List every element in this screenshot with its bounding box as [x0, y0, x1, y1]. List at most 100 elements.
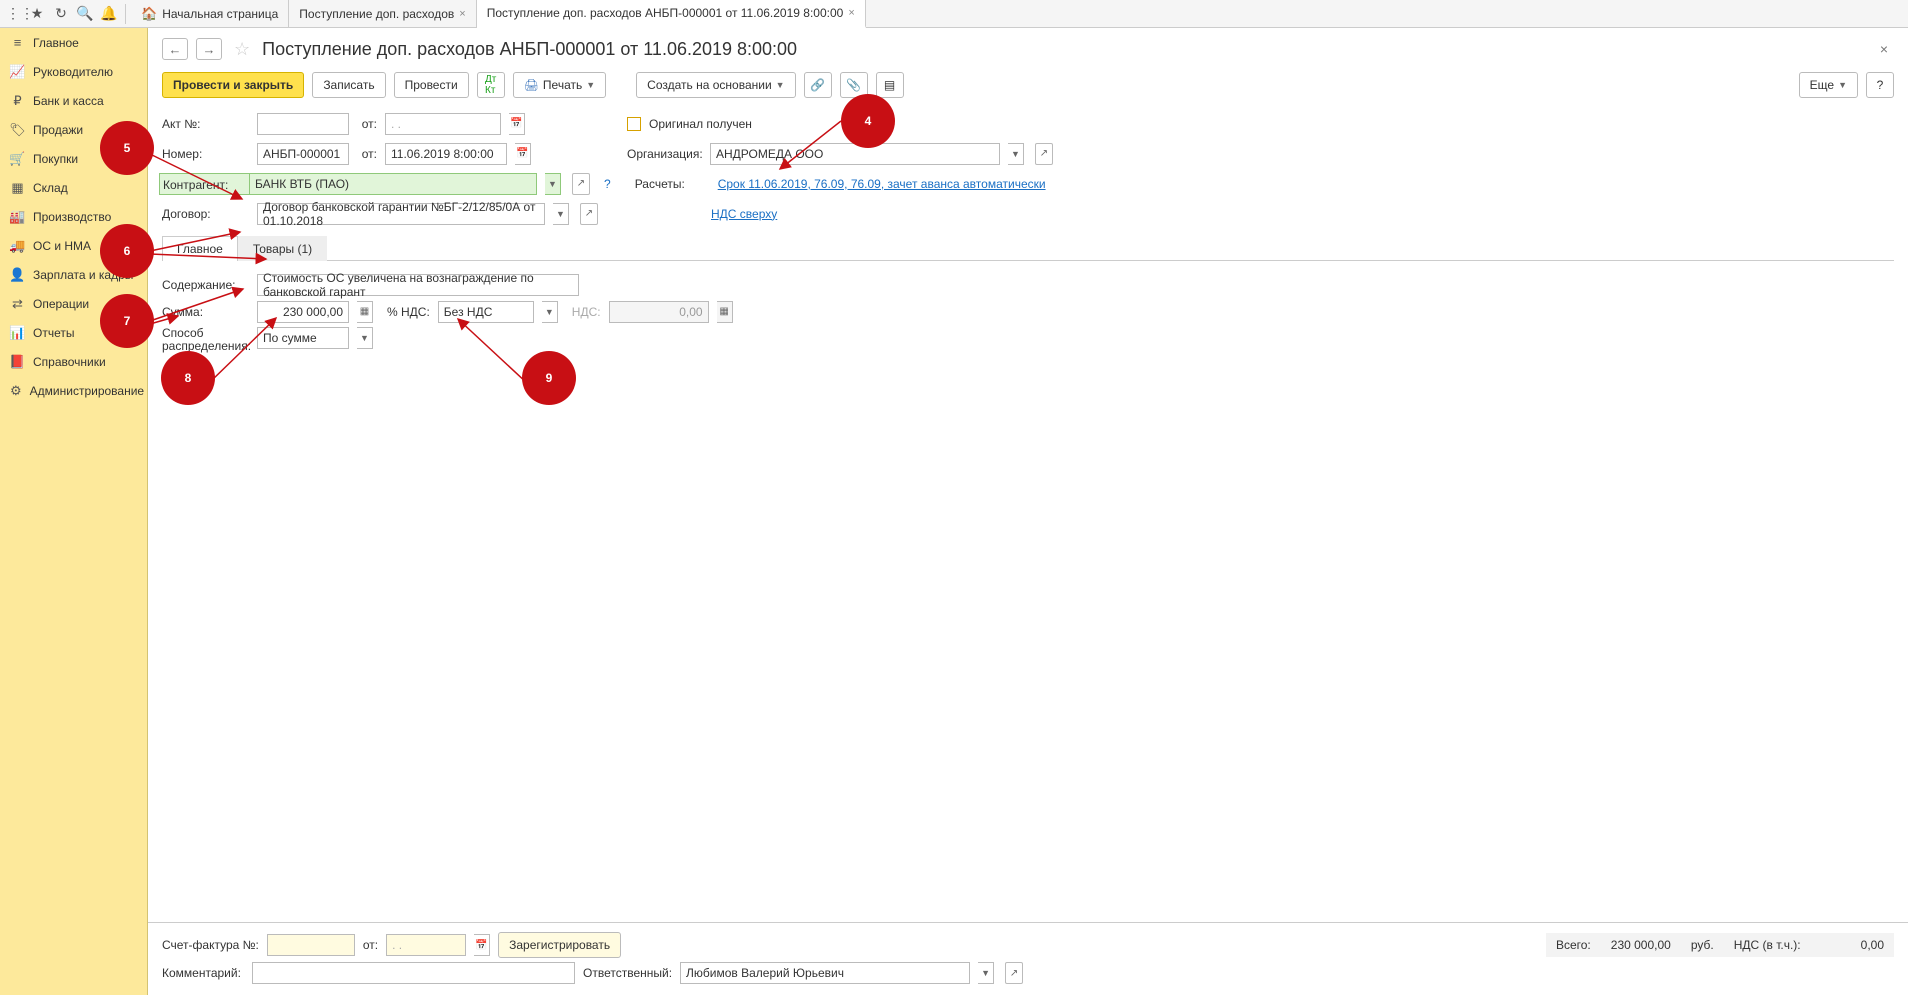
sf-label: Счет-фактура №: — [162, 938, 259, 952]
total-label: Всего: — [1556, 938, 1591, 952]
sidebar-item-refs[interactable]: 📕Справочники — [0, 347, 147, 376]
resp-open[interactable]: ↗ — [1005, 962, 1023, 984]
coin-icon: ₽ — [10, 93, 25, 108]
act-no-input[interactable] — [257, 113, 349, 135]
nds-incl-value: 0,00 — [1861, 938, 1884, 952]
act-date-input[interactable]: . . — [385, 113, 501, 135]
nds-link[interactable]: НДС сверху — [711, 207, 777, 221]
close-page-button[interactable]: × — [1874, 39, 1894, 59]
org-input[interactable]: АНДРОМЕДА ООО — [710, 143, 1000, 165]
resp-input[interactable]: Любимов Валерий Юрьевич — [680, 962, 970, 984]
number-input[interactable]: АНБП-000001 — [257, 143, 349, 165]
sf-date-picker[interactable]: 📅 — [474, 934, 490, 956]
sidebar-item-warehouse[interactable]: ▦Склад — [0, 173, 147, 202]
act-date-ot-label: от: — [357, 117, 377, 131]
nav-fwd-button[interactable]: → — [196, 38, 222, 60]
org-dropdown[interactable]: ▼ — [1008, 143, 1024, 165]
history-icon[interactable]: ↻ — [50, 3, 72, 25]
nds-label: НДС: — [572, 305, 601, 319]
chart-up-icon: 📈 — [10, 64, 25, 79]
content-area: ← → ☆ Поступление доп. расходов АНБП-000… — [148, 28, 1908, 995]
home-icon: 🏠 — [141, 6, 157, 22]
dist-input[interactable]: По сумме — [257, 327, 349, 349]
post-button[interactable]: Провести — [394, 72, 469, 98]
sum-input[interactable]: 230 000,00 — [257, 301, 349, 323]
date-ot-label: от: — [357, 147, 377, 161]
date-picker[interactable]: 📅 — [515, 143, 531, 165]
contractor-input[interactable]: БАНК ВТБ (ПАО) — [249, 173, 537, 195]
tab-doc-current[interactable]: Поступление доп. расходов АНБП-000001 от… — [477, 0, 866, 28]
sidebar-item-manager[interactable]: 📈Руководителю — [0, 57, 147, 86]
register-button[interactable]: Зарегистрировать — [498, 932, 621, 958]
person-icon: 👤 — [10, 267, 25, 282]
more-button[interactable]: Еще▼ — [1799, 72, 1858, 98]
pct-nds-dropdown[interactable]: ▼ — [542, 301, 558, 323]
sf-no-input[interactable] — [267, 934, 355, 956]
tab-close-icon[interactable]: × — [459, 8, 465, 20]
nds-input: 0,00 — [609, 301, 709, 323]
tab-goods[interactable]: Товары (1) — [238, 236, 327, 261]
search-icon[interactable]: 🔍 — [74, 3, 96, 25]
act-no-label: Акт №: — [162, 117, 249, 131]
tab-doc-list[interactable]: Поступление доп. расходов × — [289, 0, 476, 28]
related-button[interactable]: 🔗 — [804, 72, 832, 98]
tab-close-icon[interactable]: × — [848, 7, 854, 19]
date-input[interactable]: 11.06.2019 8:00:00 — [385, 143, 507, 165]
book-icon: 📕 — [10, 354, 25, 369]
dist-dropdown[interactable]: ▼ — [357, 327, 373, 349]
factory-icon: 🏭 — [10, 209, 25, 224]
cart-icon: 🛒 — [10, 151, 25, 166]
page-title: Поступление доп. расходов АНБП-000001 от… — [262, 39, 797, 60]
detail-tabs: Главное Товары (1) — [162, 235, 1894, 261]
help-button[interactable]: ? — [1866, 72, 1894, 98]
contract-dropdown[interactable]: ▼ — [553, 203, 569, 225]
annotation-marker-8: 8 — [161, 351, 215, 405]
tab-main-pane: Содержание: Стоимость ОС увеличена на во… — [148, 261, 1908, 922]
printer-icon: 🖨 — [524, 78, 539, 92]
menu-icon: ≡ — [10, 35, 25, 50]
tag-icon: 🏷 — [10, 122, 25, 137]
print-button[interactable]: 🖨Печать▼ — [513, 72, 606, 98]
pct-nds-input[interactable]: Без НДС — [438, 301, 534, 323]
org-open[interactable]: ↗ — [1035, 143, 1053, 165]
bell-icon[interactable]: 🔔 — [98, 3, 120, 25]
sf-date-input[interactable]: . . — [386, 934, 466, 956]
act-date-picker[interactable]: 📅 — [509, 113, 525, 135]
total-value: 230 000,00 — [1611, 938, 1671, 952]
nav-back-button[interactable]: ← — [162, 38, 188, 60]
favorite-icon[interactable]: ☆ — [234, 39, 250, 60]
annotation-marker-4: 4 — [841, 94, 895, 148]
contractor-open[interactable]: ↗ — [572, 173, 590, 195]
content-input[interactable]: Стоимость ОС увеличена на вознаграждение… — [257, 274, 579, 296]
sidebar-item-admin[interactable]: ⚙Администрирование — [0, 376, 147, 405]
contract-open[interactable]: ↗ — [580, 203, 598, 225]
write-button[interactable]: Записать — [312, 72, 385, 98]
post-close-button[interactable]: Провести и закрыть — [162, 72, 304, 98]
contractor-help[interactable]: ? — [604, 177, 611, 191]
totals-bar: Всего: 230 000,00 руб. НДС (в т.ч.): 0,0… — [1546, 933, 1894, 957]
sidebar-item-bank[interactable]: ₽Банк и касса — [0, 86, 147, 115]
list-button[interactable]: ▤ — [876, 72, 904, 98]
original-received-checkbox[interactable] — [627, 117, 641, 131]
comment-label: Комментарий: — [162, 966, 244, 980]
apps-icon[interactable]: ⋮⋮⋮ — [2, 3, 24, 25]
comment-input[interactable] — [252, 962, 575, 984]
star-icon[interactable]: ★ — [26, 3, 48, 25]
sidebar-item-main[interactable]: ≡Главное — [0, 28, 147, 57]
contractor-dropdown[interactable]: ▼ — [545, 173, 561, 195]
contract-input[interactable]: Договор банковской гарантии №БГ-2/12/85/… — [257, 203, 545, 225]
dt-kt-button[interactable]: ДтКт — [477, 72, 505, 98]
sum-label: Сумма: — [162, 305, 249, 319]
resp-dropdown[interactable]: ▼ — [978, 962, 994, 984]
contract-label: Договор: — [162, 207, 249, 221]
annotation-marker-6: 6 — [100, 224, 154, 278]
tab-home[interactable]: 🏠 Начальная страница — [131, 0, 289, 28]
create-based-button[interactable]: Создать на основании▼ — [636, 72, 795, 98]
tab-doc-current-label: Поступление доп. расходов АНБП-000001 от… — [487, 6, 844, 20]
sum-calc-icon[interactable]: ▦ — [357, 301, 373, 323]
currency-label: руб. — [1691, 938, 1714, 952]
tab-main[interactable]: Главное — [162, 236, 238, 261]
number-label: Номер: — [162, 147, 249, 161]
footer: Счет-фактура №: от: . . 📅 Зарегистрирова… — [148, 922, 1908, 995]
calc-link[interactable]: Срок 11.06.2019, 76.09, 76.09, зачет ава… — [718, 177, 1046, 191]
